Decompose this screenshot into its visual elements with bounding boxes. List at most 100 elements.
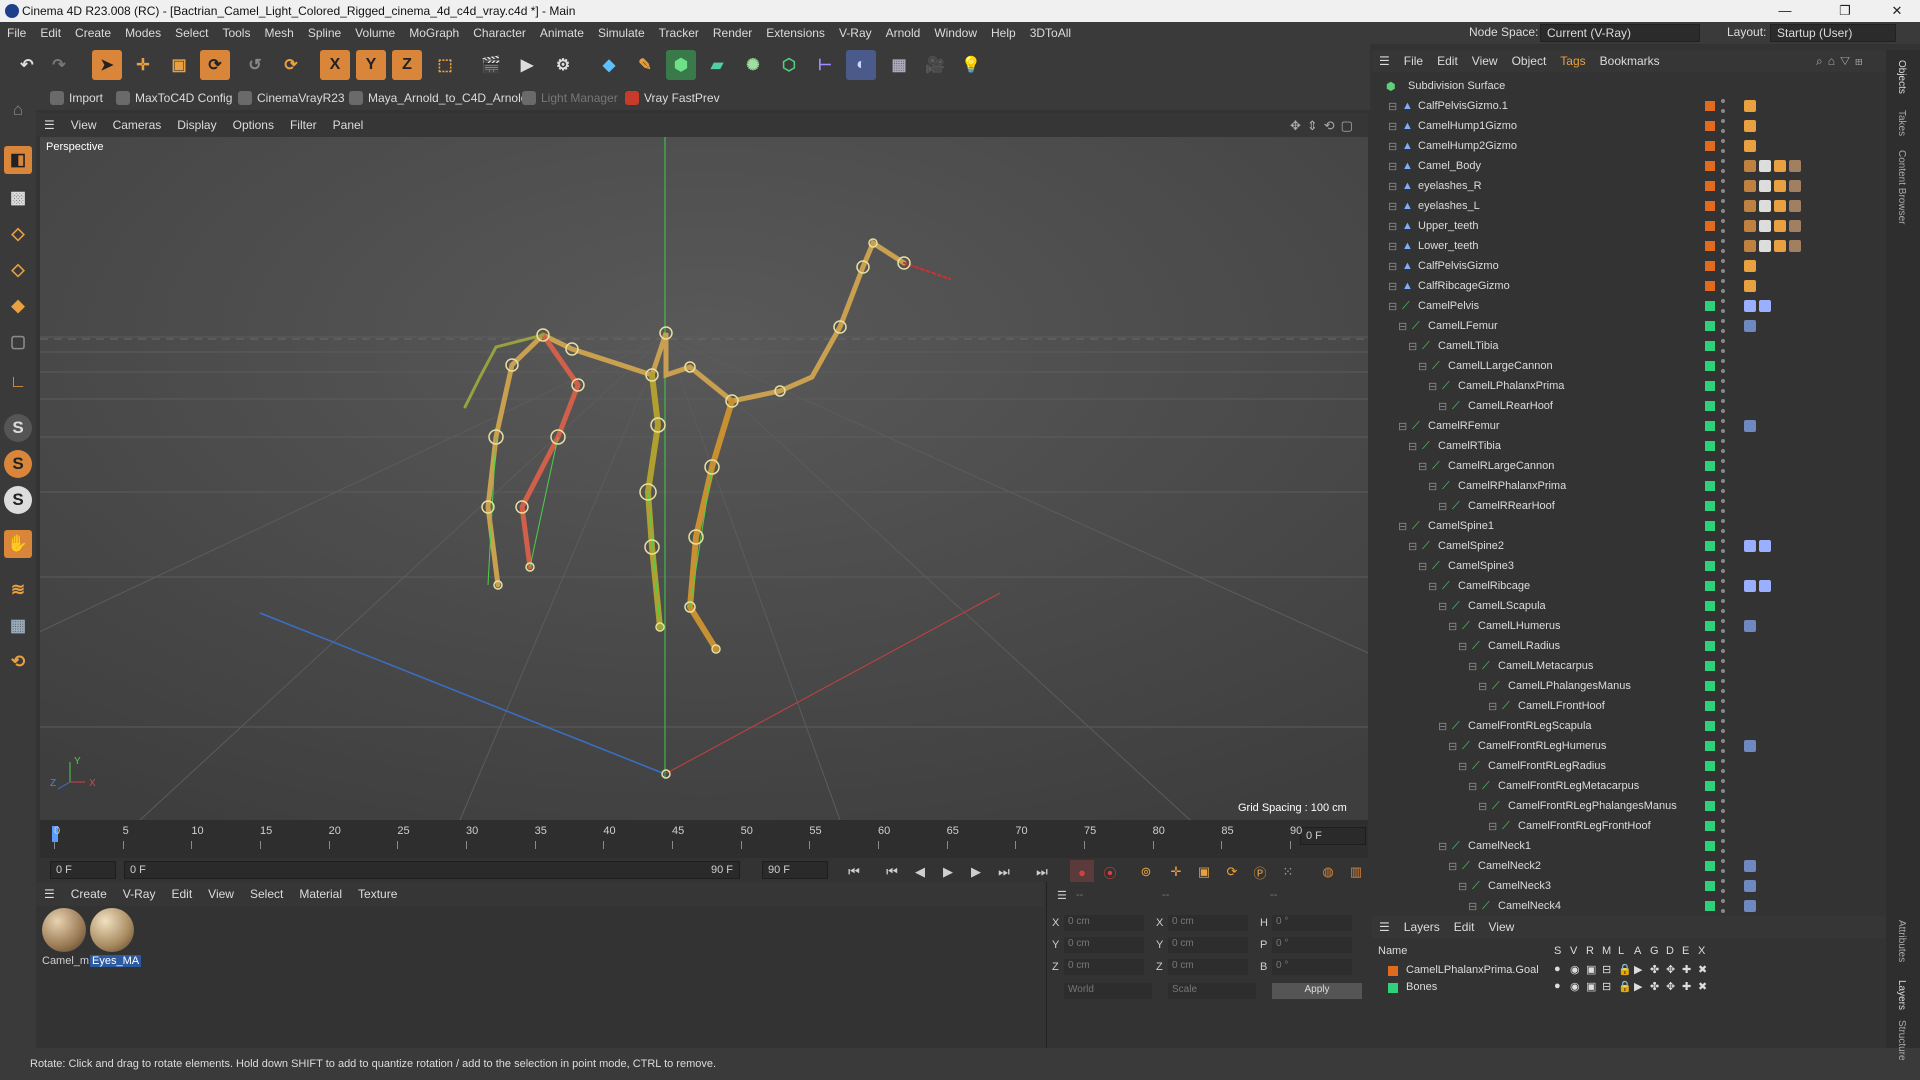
texture-tag-icon[interactable] (1744, 180, 1756, 192)
layer-toggle-icon[interactable]: ⊟ (1602, 980, 1611, 993)
material-menu-v-ray[interactable]: V-Ray (115, 887, 164, 901)
expand-toggle-icon[interactable]: ⊟ (1418, 360, 1427, 373)
expand-toggle-icon[interactable]: ⊟ (1458, 760, 1467, 773)
layer-toggle-icon[interactable]: ▣ (1586, 980, 1596, 993)
material-camel-thumb[interactable] (42, 908, 86, 952)
layer-color-swatch[interactable] (1705, 281, 1715, 291)
takes-tab[interactable]: Takes (1896, 110, 1907, 136)
coordinate-mode-dropdown[interactable]: Scale (1168, 983, 1256, 999)
visibility-dots[interactable] (1721, 179, 1727, 193)
weight-tag-icon[interactable] (1774, 200, 1786, 212)
expand-toggle-icon[interactable]: ⊟ (1448, 620, 1457, 633)
key-rotation-icon[interactable]: ⟳ (1220, 860, 1244, 884)
object-menu-object[interactable]: Object (1505, 54, 1554, 68)
locked-workplane-icon[interactable]: ⟲ (4, 648, 32, 676)
layer-toggle-icon[interactable]: ◉ (1570, 963, 1580, 976)
position-x-field[interactable]: 0 cm (1064, 915, 1144, 931)
material-menu-view[interactable]: View (200, 887, 242, 901)
objects-tab[interactable]: Objects (1896, 60, 1907, 94)
scale-tool-icon[interactable]: ▣ (164, 50, 194, 80)
object-row[interactable]: ⊟ ⟋ CamelLPhalangesManus (1372, 676, 1880, 696)
material-menu-create[interactable]: Create (63, 887, 115, 901)
layer-color-swatch[interactable] (1705, 841, 1715, 851)
render-settings-icon[interactable]: ⚙ (548, 50, 578, 80)
menu-volume[interactable]: Volume (348, 26, 402, 40)
cube-primitive-icon[interactable]: ◆ (594, 50, 624, 80)
visibility-dots[interactable] (1721, 659, 1727, 673)
visibility-dots[interactable] (1721, 519, 1727, 533)
visibility-dots[interactable] (1721, 339, 1727, 353)
visibility-dots[interactable] (1721, 839, 1727, 853)
object-row[interactable]: ⊟ ⟋ CamelLFemur (1372, 316, 1880, 336)
start-frame-field[interactable]: 0 F (50, 861, 116, 879)
object-row[interactable]: ⊟ ⟋ CamelRTibia (1372, 436, 1880, 456)
subdivision-surface-icon[interactable]: ⬢ (666, 50, 696, 80)
visibility-dots[interactable] (1721, 159, 1727, 173)
extrude-generator-icon[interactable]: ▰ (702, 50, 732, 80)
ik-tag-icon[interactable] (1759, 580, 1771, 592)
visibility-dots[interactable] (1721, 899, 1727, 913)
object-row[interactable]: ⊟ ⟋ CamelRPhalanxPrima (1372, 476, 1880, 496)
visibility-dots[interactable] (1721, 779, 1727, 793)
tweak-mode-icon[interactable]: ✋ (4, 530, 32, 558)
ik-tag-icon[interactable] (1744, 320, 1756, 332)
object-row[interactable]: ⊟ ⟋ CamelLPhalanxPrima (1372, 376, 1880, 396)
viewport-menu-cameras[interactable]: Cameras (105, 118, 170, 132)
texture-tag-icon[interactable] (1744, 160, 1756, 172)
layer-color-swatch[interactable] (1705, 221, 1715, 231)
layer-menu-edit[interactable]: Edit (1447, 920, 1482, 934)
visibility-dots[interactable] (1721, 599, 1727, 613)
layer-toggle-icon[interactable]: ⊟ (1602, 963, 1611, 976)
object-row[interactable]: ⊟ ⟋ CamelFrontRLegMetacarpus (1372, 776, 1880, 796)
menu-spline[interactable]: Spline (301, 26, 348, 40)
visibility-dots[interactable] (1721, 559, 1727, 573)
layout-dropdown[interactable]: Startup (User) (1770, 24, 1896, 42)
object-row[interactable]: ⊟ ⟋ CamelNeck1 (1372, 836, 1880, 856)
timeline[interactable] (40, 820, 1368, 858)
layer-color-swatch[interactable] (1705, 621, 1715, 631)
expand-toggle-icon[interactable]: ⊟ (1398, 320, 1407, 333)
size-z-field[interactable]: 0 cm (1168, 959, 1248, 975)
layer-color-swatch[interactable] (1705, 301, 1715, 311)
expand-toggle-icon[interactable]: ⊟ (1388, 120, 1397, 133)
keyframe-selection-icon[interactable]: ⊚ (1134, 860, 1158, 884)
expand-toggle-icon[interactable]: ⊟ (1438, 600, 1447, 613)
ik-tag-icon[interactable] (1759, 300, 1771, 312)
visibility-dots[interactable] (1721, 399, 1727, 413)
object-row[interactable]: ⊟ ▲ CalfPelvisGizmo (1372, 256, 1880, 276)
size-y-field[interactable]: 0 cm (1168, 937, 1248, 953)
expand-toggle-icon[interactable]: ⊟ (1388, 160, 1397, 173)
maximize-button[interactable]: ❐ (1822, 0, 1868, 22)
menu-create[interactable]: Create (68, 26, 118, 40)
visibility-dots[interactable] (1721, 479, 1727, 493)
material-tag-icon[interactable] (1789, 180, 1801, 192)
viewport-menu-icon[interactable]: ☰ (36, 118, 63, 132)
visibility-dots[interactable] (1721, 739, 1727, 753)
layer-color-swatch[interactable] (1705, 441, 1715, 451)
expand-toggle-icon[interactable]: ⊟ (1388, 240, 1397, 253)
snap-quantize-icon[interactable]: S (4, 486, 32, 514)
object-row[interactable]: ⊟ ⟋ CamelLLargeCannon (1372, 356, 1880, 376)
viewport-menu-panel[interactable]: Panel (325, 118, 372, 132)
weight-tag-icon[interactable] (1774, 160, 1786, 172)
visibility-dots[interactable] (1721, 579, 1727, 593)
plugin-light-manager[interactable]: Light Manager (522, 91, 618, 105)
rotation-h-field[interactable]: 0 ° (1272, 915, 1352, 931)
layer-color-swatch[interactable] (1705, 821, 1715, 831)
layer-toggle-icon[interactable]: ✤ (1650, 980, 1659, 993)
visibility-dots[interactable] (1721, 379, 1727, 393)
object-row[interactable]: ⊟ ⟋ CamelSpine3 (1372, 556, 1880, 576)
expand-toggle-icon[interactable]: ⊟ (1478, 680, 1487, 693)
layer-color-swatch[interactable] (1705, 421, 1715, 431)
visibility-dots[interactable] (1721, 879, 1727, 893)
visibility-dots[interactable] (1721, 759, 1727, 773)
plugin-maxtoc4d-config[interactable]: MaxToC4D Config (116, 91, 232, 105)
visibility-dots[interactable] (1721, 639, 1727, 653)
play-icon[interactable]: ▶ (936, 860, 960, 884)
x-axis-lock-icon[interactable]: X (320, 50, 350, 80)
menu-extensions[interactable]: Extensions (759, 26, 832, 40)
polygons-mode-icon[interactable]: ◆ (4, 292, 32, 320)
layer-color-swatch[interactable] (1705, 101, 1715, 111)
layer-toggle-icon[interactable]: ● (1554, 963, 1561, 975)
object-row[interactable]: ⊟ ⟋ CamelRibcage (1372, 576, 1880, 596)
